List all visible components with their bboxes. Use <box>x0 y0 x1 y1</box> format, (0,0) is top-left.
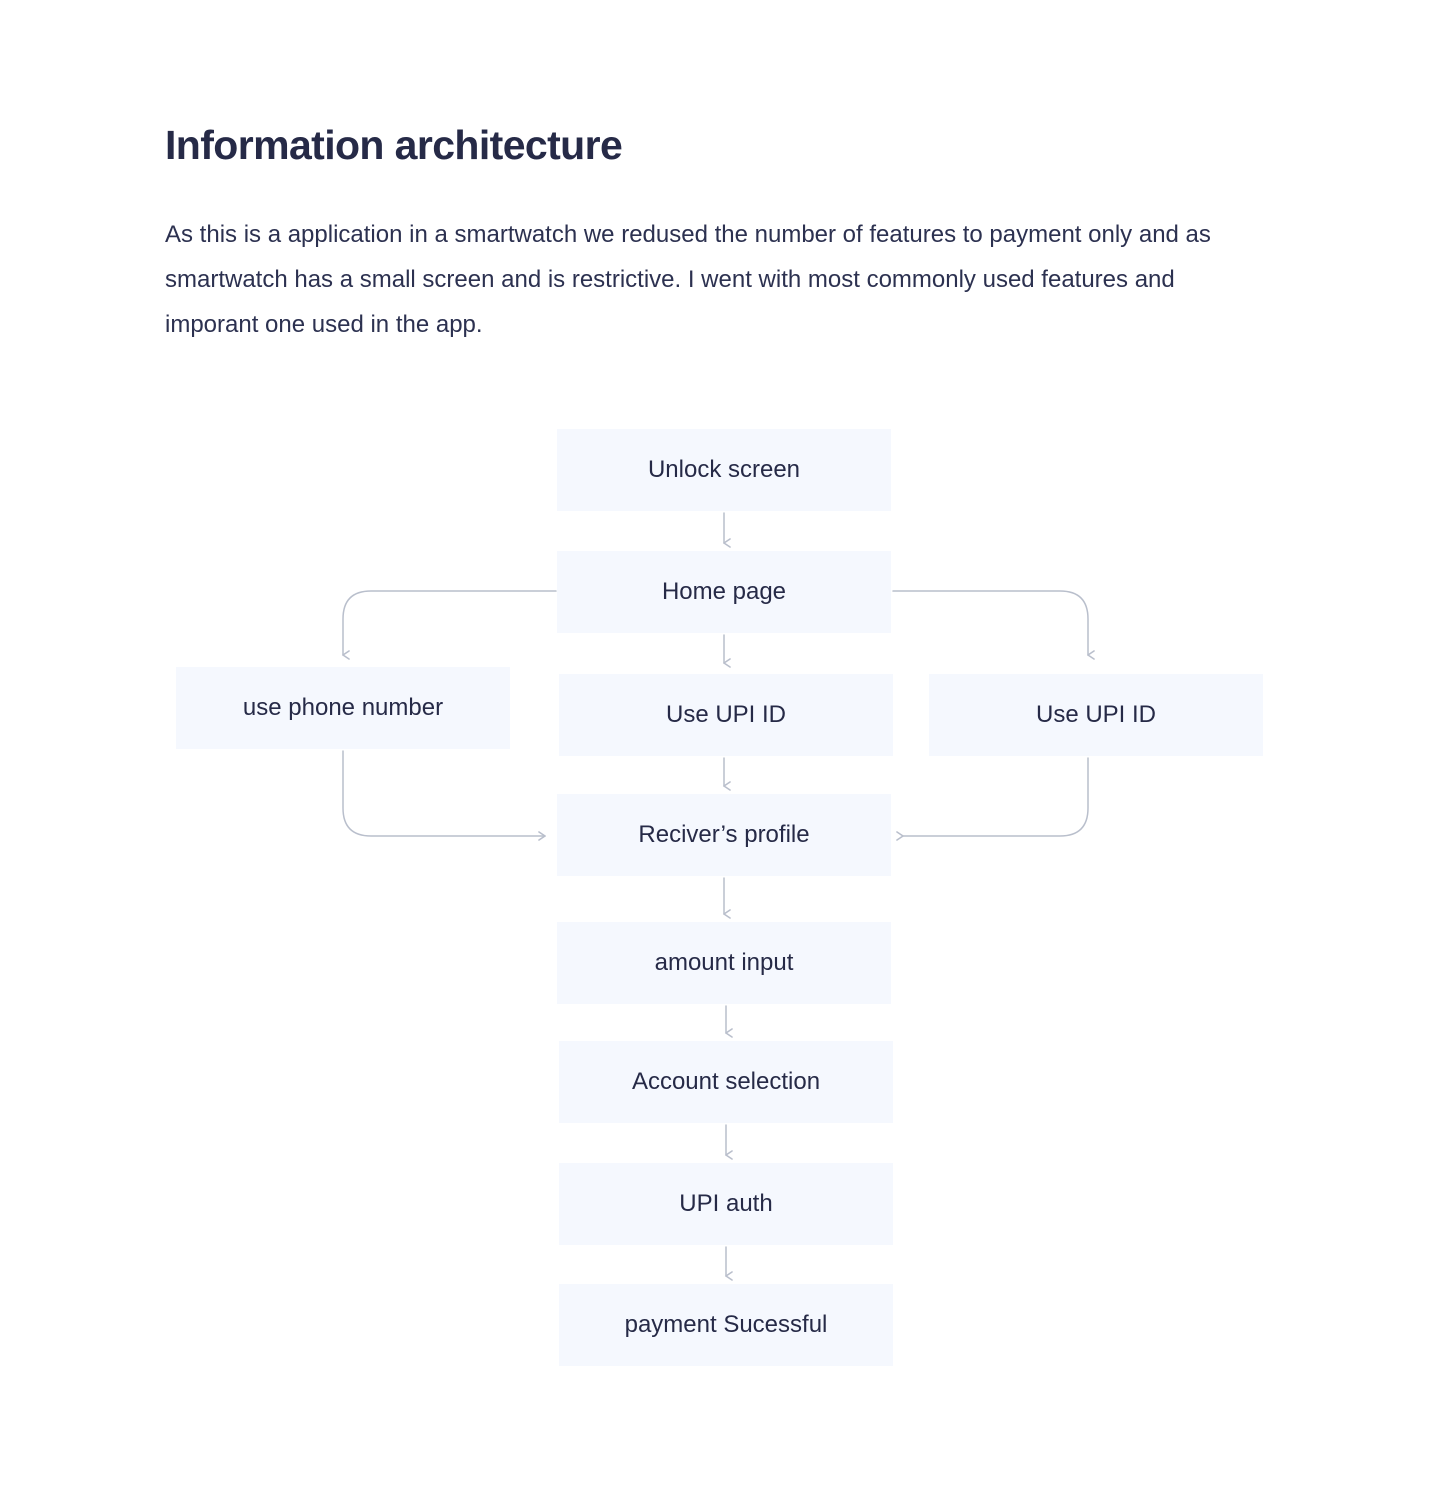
flow-node-label: Use UPI ID <box>665 701 787 728</box>
flow-node-recivers-profile[interactable]: Reciver’s profile <box>557 794 891 876</box>
flowchart-diagram: Unlock screen Home page use phone number… <box>0 0 1440 1489</box>
flow-node-label: amount input <box>654 949 794 976</box>
edge-home-page-to-use-upi-id-right <box>892 590 1095 660</box>
flow-node-label: use phone number <box>242 694 444 721</box>
flow-node-payment-sucessful[interactable]: payment Sucessful <box>559 1284 893 1366</box>
edge-home-page-to-use-phone-number <box>342 590 557 660</box>
flow-node-label: Account selection <box>631 1068 821 1095</box>
information-architecture-page: Information architecture As this is a ap… <box>0 0 1440 1489</box>
flow-node-use-upi-id-center[interactable]: Use UPI ID <box>559 674 893 756</box>
flow-node-amount-input[interactable]: amount input <box>557 922 891 1004</box>
flow-node-label: UPI auth <box>679 1190 773 1217</box>
flow-node-account-selection[interactable]: Account selection <box>559 1041 893 1123</box>
edge-use-phone-number-to-recivers-profile <box>342 750 546 841</box>
flow-node-label: payment Sucessful <box>624 1311 828 1338</box>
edge-use-upi-id-right-to-recivers-profile <box>896 757 1089 841</box>
flow-node-use-phone-number[interactable]: use phone number <box>176 667 510 749</box>
flow-node-label: Home page <box>661 578 787 605</box>
flow-node-label: Unlock screen <box>647 456 801 483</box>
flow-node-upi-auth[interactable]: UPI auth <box>559 1163 893 1245</box>
flow-node-label: Use UPI ID <box>1035 701 1157 728</box>
flow-node-use-upi-id-right[interactable]: Use UPI ID <box>929 674 1263 756</box>
flow-node-home-page[interactable]: Home page <box>557 551 891 633</box>
flow-node-unlock-screen[interactable]: Unlock screen <box>557 429 891 511</box>
flow-node-label: Reciver’s profile <box>638 821 810 848</box>
